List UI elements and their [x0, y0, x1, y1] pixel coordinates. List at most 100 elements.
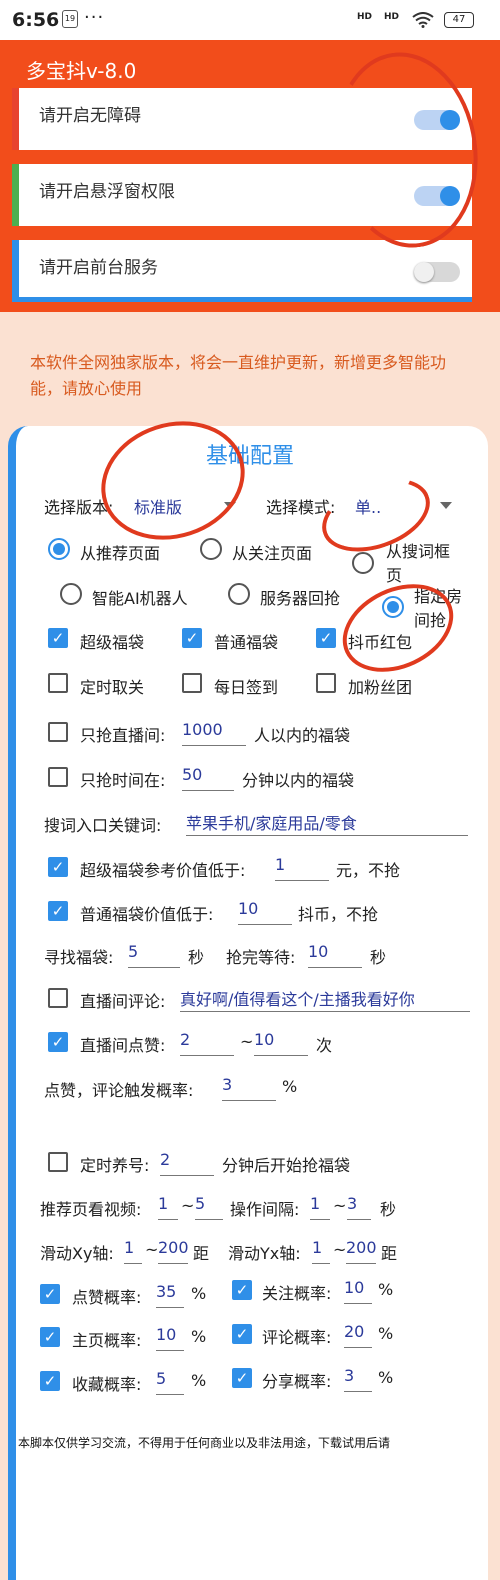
checkbox-label: 加粉丝团 — [348, 678, 413, 697]
permission-row-floating-window[interactable]: 请开启悬浮窗权限 — [12, 164, 472, 226]
checkbox-super-ref[interactable]: ✓ — [48, 857, 68, 877]
swipe-yx-sep: ~ — [333, 1240, 347, 1259]
checkbox-super-bag[interactable]: ✓ — [48, 628, 68, 648]
wait-after-input[interactable]: 10 — [308, 942, 362, 968]
home-prob-input[interactable]: 10 — [156, 1325, 184, 1351]
comment-prob-input[interactable]: 20 — [344, 1322, 372, 1348]
like-max-input[interactable]: 10 — [254, 1030, 308, 1056]
op-interval-min-input[interactable]: 1 — [310, 1194, 330, 1220]
checkbox-daily-signin[interactable] — [182, 673, 202, 693]
normal-ref-input[interactable]: 10 — [238, 899, 292, 925]
nurture-input[interactable]: 2 — [160, 1150, 214, 1176]
home-prob-unit: % — [191, 1327, 207, 1346]
like-min-input[interactable]: 2 — [180, 1030, 234, 1056]
radio-from-search[interactable] — [352, 552, 374, 574]
permission-label: 请开启悬浮窗权限 — [39, 182, 175, 202]
share-prob-label: 分享概率: — [262, 1372, 332, 1391]
checkbox-share-prob[interactable]: ✓ — [232, 1368, 252, 1388]
home-prob-label: 主页概率: — [72, 1331, 142, 1350]
op-interval-unit: 秒 — [380, 1200, 397, 1219]
permission-label: 请开启前台服务 — [39, 258, 158, 278]
checkbox-like[interactable]: ✓ — [48, 1032, 68, 1052]
checkbox-timed-unfollow[interactable] — [48, 673, 68, 693]
like-unit: 次 — [316, 1036, 333, 1055]
trigger-input[interactable]: 3 — [222, 1075, 276, 1101]
accessibility-toggle[interactable] — [414, 110, 460, 130]
chevron-down-icon[interactable] — [440, 502, 452, 509]
radio-label: 从关注页面 — [232, 544, 313, 563]
checkbox-label: 定时取关 — [80, 678, 145, 697]
checkbox-live-limit[interactable] — [48, 722, 68, 742]
permission-row-foreground-service[interactable]: 请开启前台服务 — [12, 240, 472, 302]
collect-prob-input[interactable]: 5 — [156, 1369, 184, 1395]
radio-specified-room[interactable] — [382, 596, 404, 618]
checkbox-label: 普通福袋 — [214, 633, 279, 652]
mode-select[interactable]: 单.. — [355, 494, 381, 518]
version-label: 选择版本: — [44, 498, 114, 517]
find-bag-input[interactable]: 5 — [128, 942, 180, 968]
live-limit-input[interactable]: 1000 — [182, 720, 246, 746]
watch-video-sep: ~ — [181, 1196, 195, 1215]
radio-from-follow[interactable] — [200, 538, 222, 560]
disclaimer-text: 本脚本仅供学习交流，不得用于任何商业以及非法用途，下载试用后请 — [18, 1436, 391, 1450]
checkbox-follow-prob[interactable]: ✓ — [232, 1280, 252, 1300]
like-prob-input[interactable]: 35 — [156, 1282, 184, 1308]
watch-video-label: 推荐页看视频: — [40, 1200, 142, 1219]
share-prob-input[interactable]: 3 — [344, 1366, 372, 1392]
like-prob-unit: % — [191, 1284, 207, 1303]
time-limit-input[interactable]: 50 — [182, 765, 234, 791]
permission-label: 请开启无障碍 — [39, 106, 141, 126]
wait-after-label: 抢完等待: — [226, 948, 296, 967]
radio-server-retry[interactable] — [228, 583, 250, 605]
checkbox-normal-ref[interactable]: ✓ — [48, 901, 68, 921]
checkbox-time-limit[interactable] — [48, 767, 68, 787]
swipe-xy-min-input[interactable]: 1 — [124, 1238, 142, 1264]
swipe-yx-max-input[interactable]: 200 — [346, 1238, 376, 1264]
checkbox-nurture[interactable] — [48, 1152, 68, 1172]
checkbox-coin-redpacket[interactable]: ✓ — [316, 628, 336, 648]
find-bag-unit: 秒 — [188, 948, 205, 967]
toggle-knob — [440, 186, 460, 206]
trigger-unit: % — [282, 1077, 298, 1096]
time-limit-prefix: 只抢时间在: — [80, 771, 166, 790]
foreground-service-toggle[interactable] — [414, 262, 460, 282]
wait-after-unit: 秒 — [370, 948, 387, 967]
nurture-label: 定时养号: — [80, 1156, 150, 1175]
op-interval-max-input[interactable]: 3 — [347, 1194, 371, 1220]
checkbox-like-prob[interactable]: ✓ — [40, 1284, 60, 1304]
watch-video-max-input[interactable]: 5 — [195, 1194, 223, 1220]
like-sep: ~ — [240, 1032, 254, 1051]
watch-video-min-input[interactable]: 1 — [158, 1194, 178, 1220]
comment-label: 直播间评论: — [80, 992, 166, 1011]
follow-prob-label: 关注概率: — [262, 1284, 332, 1303]
checkbox-join-fan-group[interactable] — [316, 673, 336, 693]
wifi-icon — [412, 12, 434, 28]
radio-label: 从搜词框页 — [386, 542, 451, 585]
signal-icon: HD — [384, 12, 400, 22]
floating-window-toggle[interactable] — [414, 186, 460, 206]
permission-row-accessibility[interactable]: 请开启无障碍 — [12, 88, 472, 150]
follow-prob-unit: % — [378, 1280, 394, 1299]
keywords-input[interactable]: 苹果手机/家庭用品/零食 — [186, 810, 468, 836]
section-title: 基础配置 — [205, 444, 294, 469]
swipe-xy-max-input[interactable]: 200 — [158, 1238, 188, 1264]
like-prob-label: 点赞概率: — [72, 1288, 142, 1307]
nurture-suffix: 分钟后开始抢福袋 — [222, 1156, 351, 1175]
checkbox-comment-prob[interactable]: ✓ — [232, 1324, 252, 1344]
status-bar: 6:56 19 ··· HD HD 47 — [0, 0, 500, 40]
like-label: 直播间点赞: — [80, 1036, 166, 1055]
checkbox-comment[interactable] — [48, 988, 68, 1008]
checkbox-label: 抖币红包 — [348, 633, 413, 652]
radio-ai-robot[interactable] — [60, 583, 82, 605]
comment-input[interactable]: 真好啊/值得看这个/主播我看好你 — [180, 986, 470, 1012]
checkbox-home-prob[interactable]: ✓ — [40, 1327, 60, 1347]
follow-prob-input[interactable]: 10 — [344, 1278, 372, 1304]
super-ref-input[interactable]: 1 — [275, 855, 329, 881]
swipe-yx-min-input[interactable]: 1 — [312, 1238, 330, 1264]
version-select[interactable]: 标准版 — [134, 494, 182, 518]
chevron-down-icon[interactable] — [224, 502, 236, 509]
radio-from-recommend[interactable] — [48, 538, 70, 560]
swipe-xy-label: 滑动Xy轴: — [40, 1244, 114, 1263]
checkbox-normal-bag[interactable]: ✓ — [182, 628, 202, 648]
checkbox-collect-prob[interactable]: ✓ — [40, 1371, 60, 1391]
